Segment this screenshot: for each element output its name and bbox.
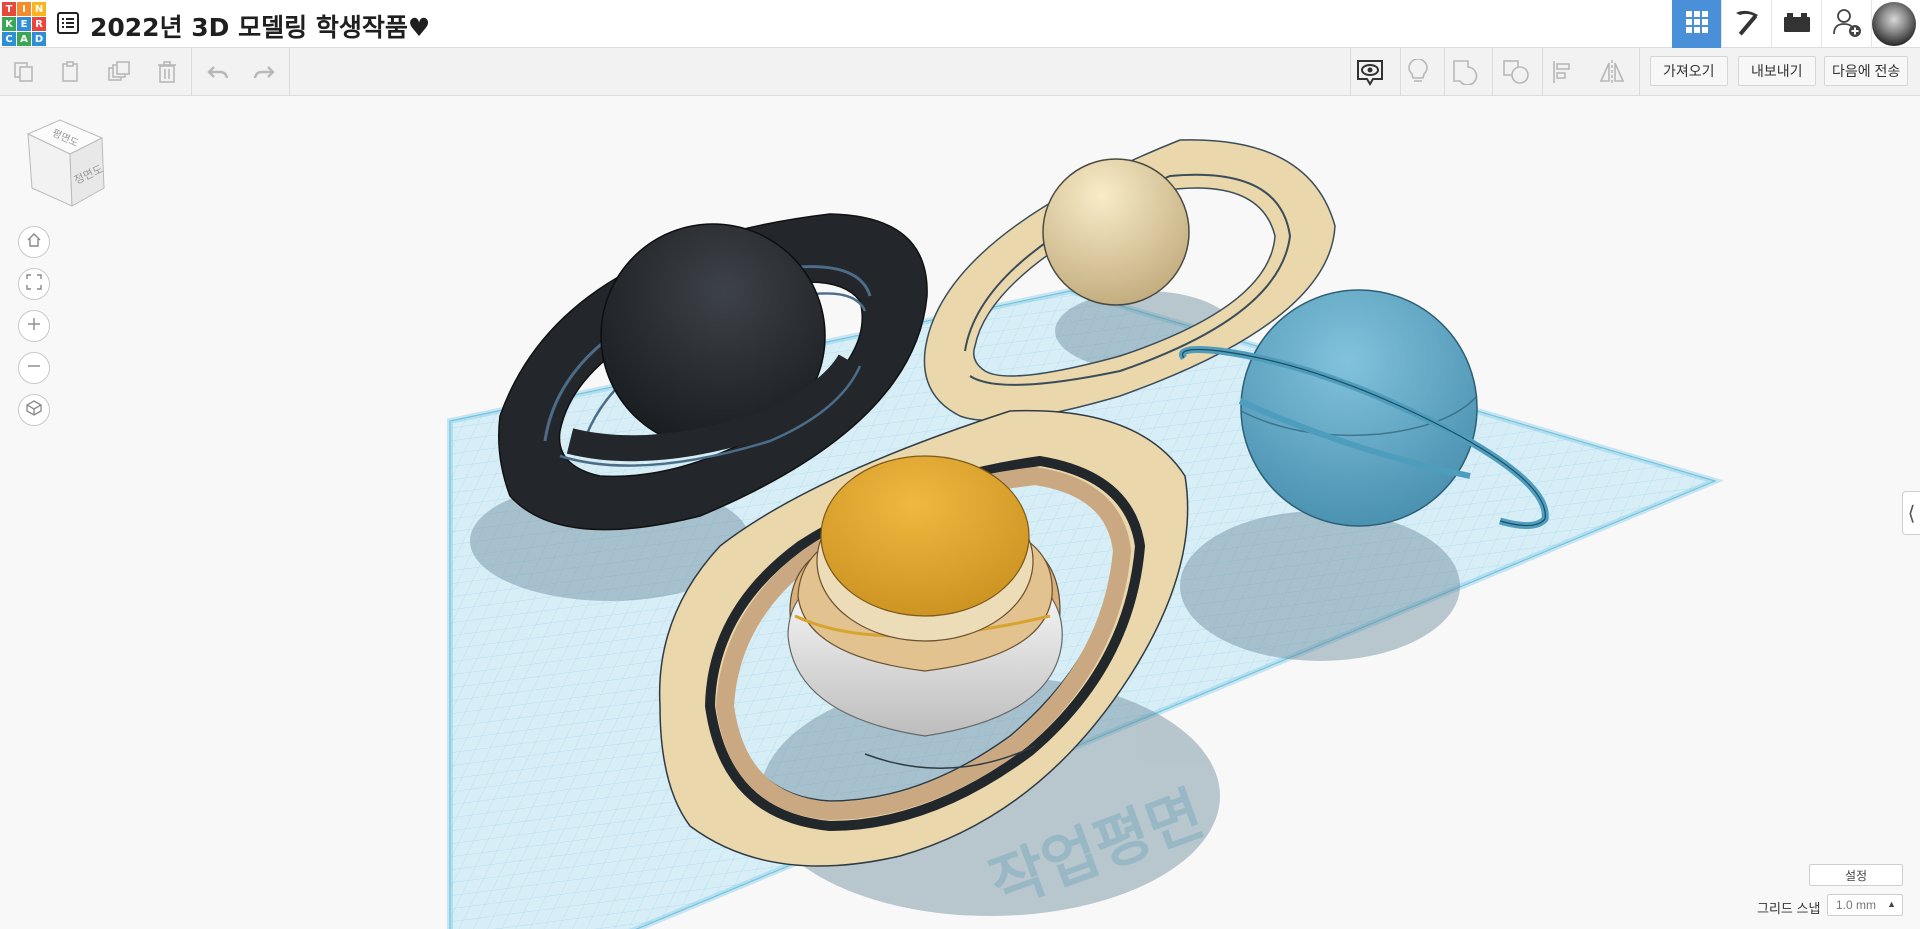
delete-icon[interactable] (153, 58, 181, 86)
grid-snap-value: 1.0 mm (1836, 898, 1877, 912)
zoom-out-button[interactable] (18, 352, 50, 384)
ungroup-icon[interactable] (1502, 58, 1530, 86)
send-to-button[interactable]: 다음에 전송 (1824, 56, 1909, 86)
light-bulb-icon[interactable] (1404, 58, 1432, 86)
zoom-in-icon (26, 316, 42, 337)
invite-user-button[interactable] (1822, 0, 1871, 48)
duplicate-icon[interactable] (105, 58, 133, 86)
perspective-icon (25, 399, 43, 421)
zoom-in-button[interactable] (18, 310, 50, 342)
logo-letter: T (2, 2, 16, 16)
logo-letter: A (17, 32, 31, 46)
align-icon[interactable] (1550, 58, 1578, 86)
home-view-button[interactable] (18, 226, 50, 258)
logo-letter: K (2, 17, 16, 31)
logo-letter: R (32, 17, 46, 31)
3d-viewport[interactable]: 작업평면 (0, 96, 1920, 929)
chevron-left-icon: ⟨ (1907, 502, 1916, 525)
top-header: TIN KER CAD 2022년 3D 모델링 학생작품♥ (0, 0, 1920, 48)
paste-icon[interactable] (57, 58, 85, 86)
view-cube[interactable]: 평면도 정면도 (20, 118, 106, 215)
logo-letter: I (17, 2, 31, 16)
fit-all-icon (26, 273, 42, 295)
user-avatar[interactable] (1872, 2, 1916, 46)
bricks-view-button[interactable] (1772, 0, 1821, 48)
export-button[interactable]: 내보내기 (1738, 56, 1816, 86)
panel-toggle-button[interactable]: ⟨ (1902, 491, 1920, 535)
import-button[interactable]: 가져오기 (1650, 56, 1728, 86)
tinkercad-logo[interactable]: TIN KER CAD (2, 2, 46, 46)
design-list-icon[interactable] (57, 12, 79, 34)
workplane-settings-button[interactable]: 설정 (1809, 864, 1903, 886)
edit-toolbar: 가져오기 내보내기 다음에 전송 (0, 48, 1920, 96)
redo-icon[interactable] (250, 58, 278, 86)
caret-up-icon: ▲ (1887, 899, 1896, 909)
undo-icon[interactable] (204, 58, 232, 86)
copy-icon[interactable] (10, 58, 38, 86)
fit-all-button[interactable] (18, 268, 50, 300)
add-user-icon (1832, 7, 1862, 42)
home-view-icon (26, 232, 42, 253)
scene-canvas[interactable]: 작업평면 (0, 96, 1920, 929)
design-title[interactable]: 2022년 3D 모델링 학생작품♥ (90, 8, 430, 44)
minecraft-view-button[interactable] (1722, 0, 1771, 48)
pickaxe-icon (1732, 7, 1762, 42)
grid-snap-select[interactable]: 1.0 mm ▲ (1827, 894, 1903, 916)
logo-letter: N (32, 2, 46, 16)
perspective-button[interactable] (18, 394, 50, 426)
grid-icon (1685, 10, 1709, 39)
group-icon[interactable] (1452, 58, 1480, 86)
logo-letter: C (2, 32, 16, 46)
mirror-icon[interactable] (1598, 58, 1626, 86)
notes-visibility-icon[interactable] (1356, 58, 1384, 86)
logo-letter: E (17, 17, 31, 31)
brick-icon (1783, 11, 1811, 38)
logo-letter: D (32, 32, 46, 46)
3d-design-view-button[interactable] (1672, 0, 1721, 48)
grid-snap-label: 그리드 스냅 (1757, 901, 1821, 916)
zoom-out-icon (26, 358, 42, 379)
